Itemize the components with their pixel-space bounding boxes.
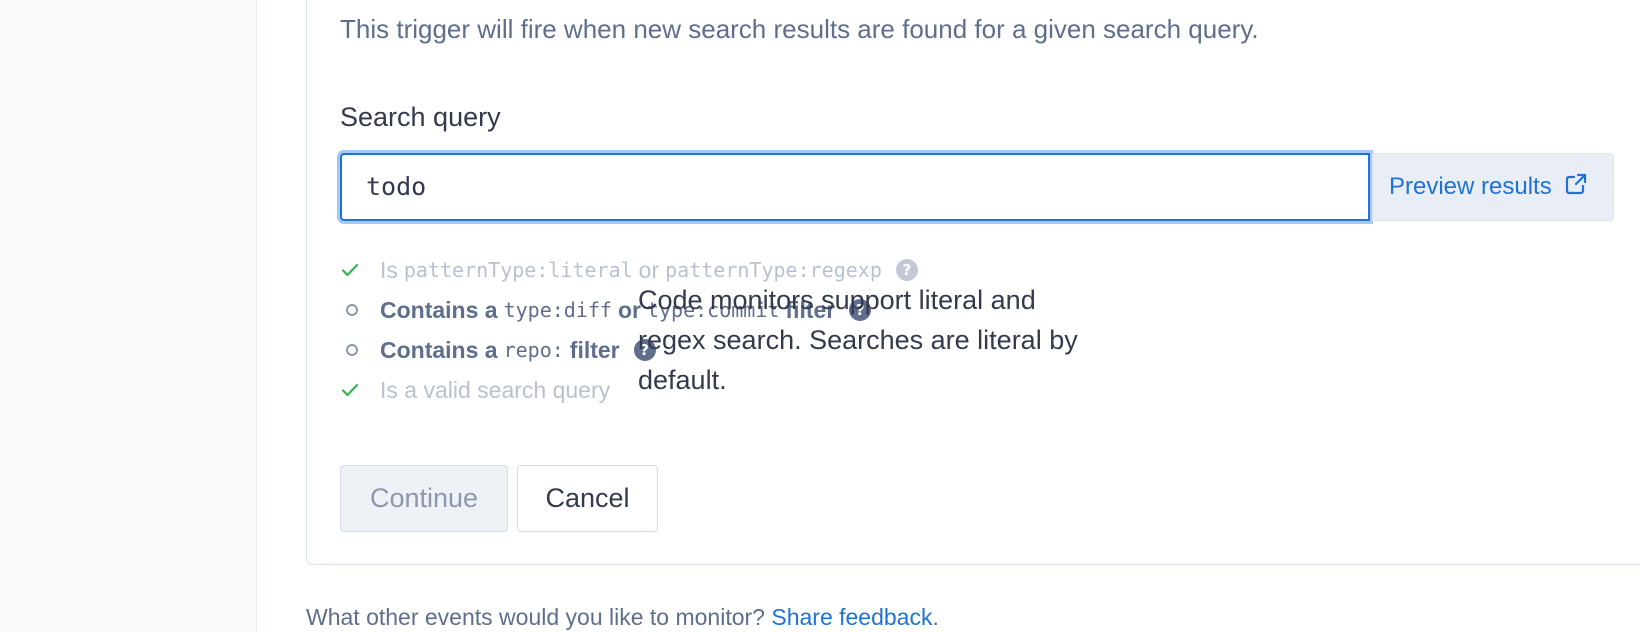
check-text: Is: [380, 256, 398, 283]
checklist-item: Is a valid search query: [340, 372, 610, 408]
check-code: type:diff: [503, 298, 612, 322]
external-link-icon: [1564, 172, 1588, 203]
help-icon[interactable]: ?: [895, 259, 918, 281]
check-text: filter: [569, 336, 620, 363]
help-tooltip: Code monitors support literal and regex …: [638, 285, 1078, 395]
check-text: Contains a: [380, 336, 498, 363]
preview-results-label: Preview results: [1389, 173, 1552, 200]
share-feedback-link[interactable]: Share feedback: [771, 604, 932, 630]
continue-button[interactable]: Continue: [340, 465, 508, 532]
pending-circle-icon: [340, 344, 380, 356]
pending-circle-icon: [340, 304, 380, 316]
preview-results-button[interactable]: Preview results: [1372, 153, 1614, 221]
check-text: Is a valid search query: [380, 376, 611, 403]
search-query-value: todo: [366, 172, 427, 201]
sidebar: [0, 0, 257, 632]
cancel-button[interactable]: Cancel: [517, 465, 658, 532]
check-icon: [340, 380, 380, 400]
trigger-description: This trigger will fire when new search r…: [340, 14, 1259, 44]
check-code: patternType:literal: [403, 258, 633, 282]
search-query-label: Search query: [340, 102, 501, 132]
checklist-item: Contains a repo: filter ?: [340, 332, 656, 368]
footer-text: What other events would you like to moni…: [306, 604, 772, 630]
check-icon: [340, 260, 380, 280]
check-text: Contains a: [380, 296, 498, 323]
feedback-footer: What other events would you like to moni…: [306, 604, 939, 631]
check-code: patternType:regexp: [665, 258, 882, 282]
check-code: repo:: [503, 338, 564, 362]
search-query-input[interactable]: todo: [340, 153, 1370, 221]
footer-end: .: [932, 604, 939, 630]
